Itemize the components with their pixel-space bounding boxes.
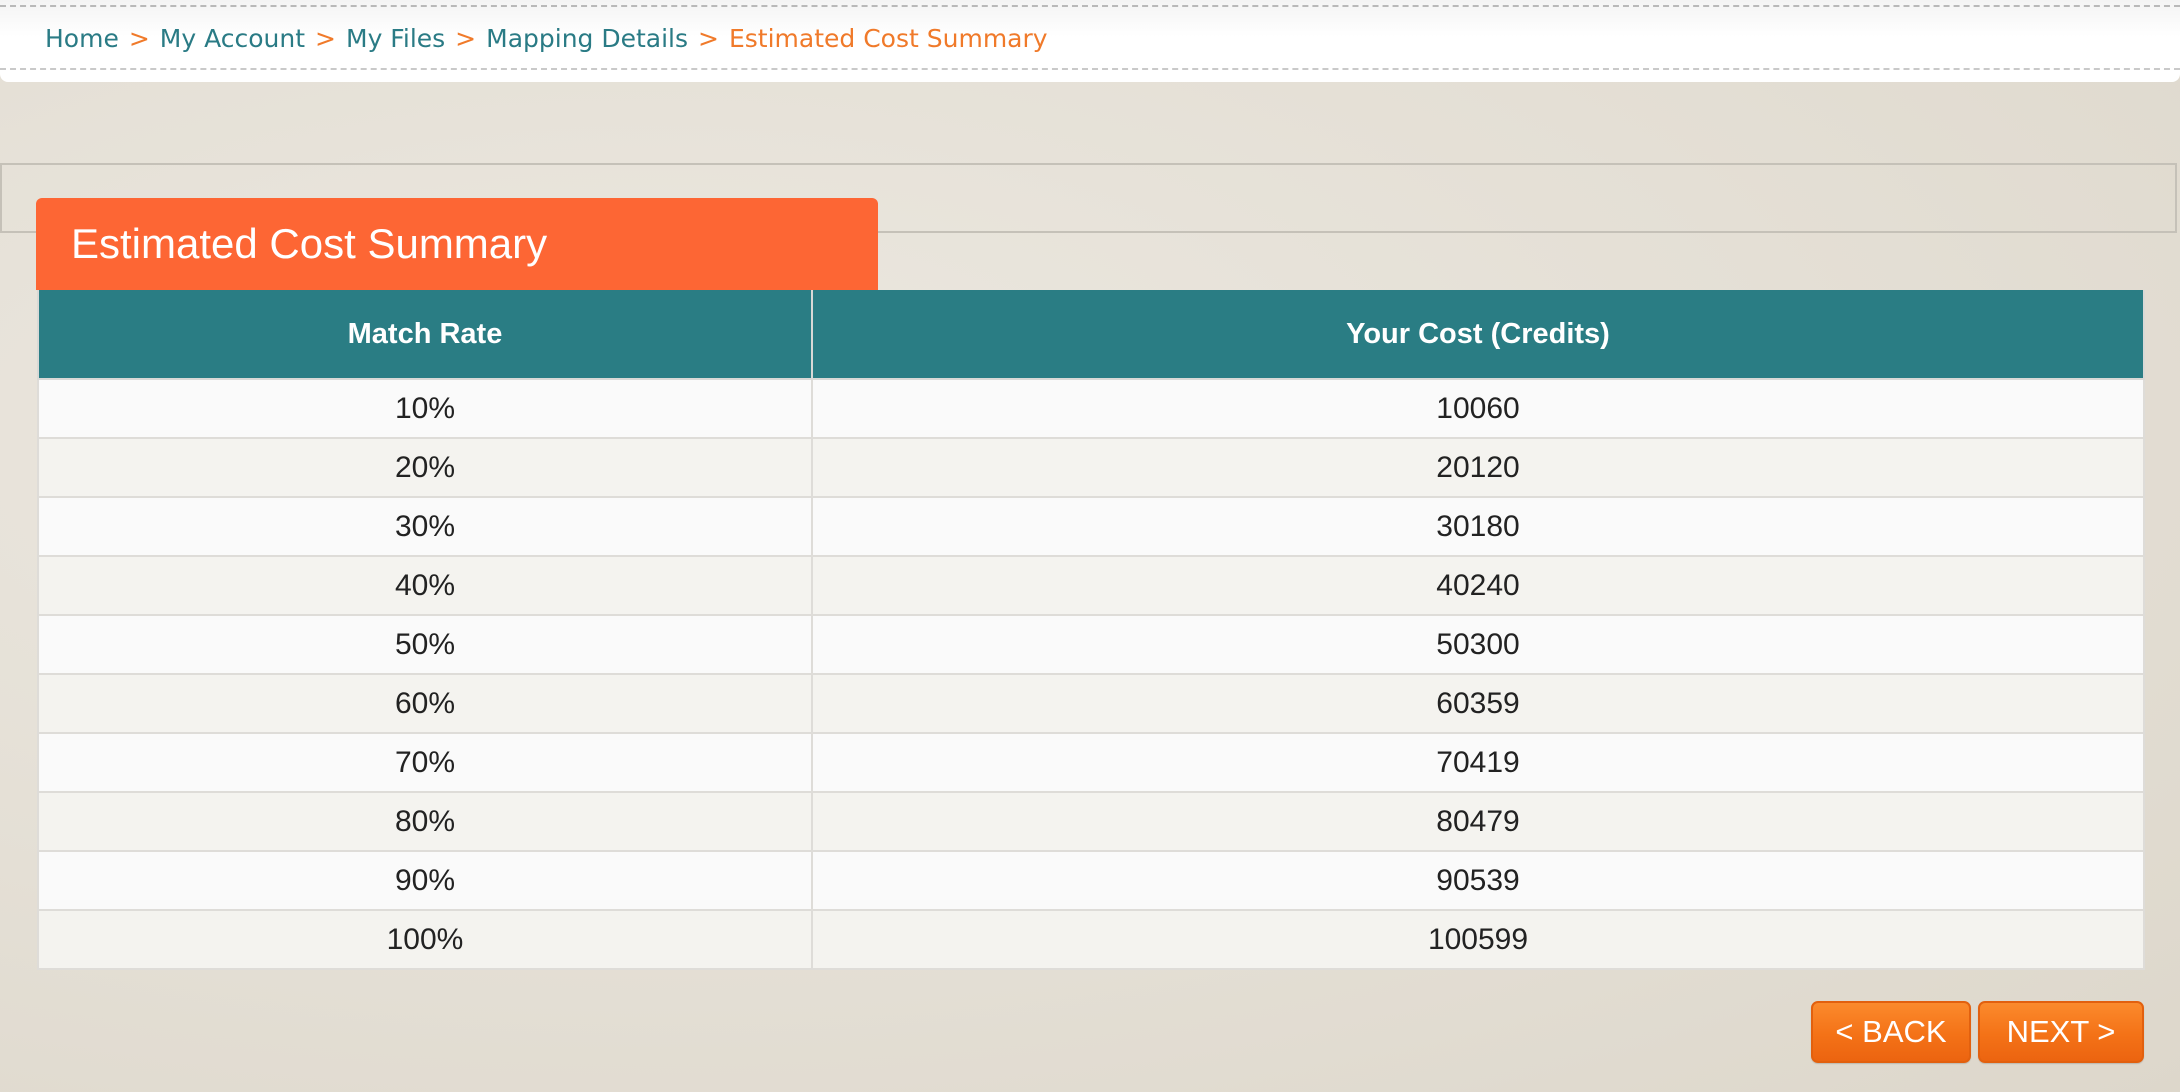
table-row: 60% 60359 — [37, 673, 2145, 734]
cost-cell: 10060 — [811, 378, 2145, 439]
cost-cell: 70419 — [811, 732, 2145, 793]
match-rate-cell: 40% — [37, 555, 813, 616]
column-header-match-rate: Match Rate — [37, 290, 813, 380]
cost-cell: 80479 — [811, 791, 2145, 852]
breadcrumb: Home > My Account > My Files > Mapping Details… — [45, 24, 1048, 53]
table-row: 70% 70419 — [37, 732, 2145, 793]
match-rate-cell: 100% — [37, 909, 813, 970]
cost-cell: 100599 — [811, 909, 2145, 970]
breadcrumb-separator: > — [315, 24, 336, 53]
breadcrumb-my-account[interactable]: My Account — [160, 24, 305, 53]
table-row: 40% 40240 — [37, 555, 2145, 616]
match-rate-cell: 80% — [37, 791, 813, 852]
table-row: 30% 30180 — [37, 496, 2145, 557]
table-row: 90% 90539 — [37, 850, 2145, 911]
match-rate-cell: 10% — [37, 378, 813, 439]
match-rate-cell: 70% — [37, 732, 813, 793]
cost-cell: 30180 — [811, 496, 2145, 557]
table-row: 100% 100599 — [37, 909, 2145, 970]
table-row: 80% 80479 — [37, 791, 2145, 852]
breadcrumb-separator: > — [455, 24, 477, 53]
table-row: 10% 10060 — [37, 378, 2145, 439]
cost-summary-table: Match Rate Your Cost (Credits) 10% 10060… — [37, 290, 2145, 970]
panel-header: Estimated Cost Summary — [36, 198, 878, 290]
breadcrumb-mapping-details[interactable]: Mapping Details — [486, 24, 688, 53]
next-button[interactable]: NEXT > — [1978, 1001, 2144, 1063]
breadcrumb-bar: Home > My Account > My Files > Mapping Details… — [0, 0, 2180, 82]
match-rate-cell: 90% — [37, 850, 813, 911]
table-row: 20% 20120 — [37, 437, 2145, 498]
back-button[interactable]: < BACK — [1811, 1001, 1971, 1063]
breadcrumb-my-files[interactable]: My Files — [346, 24, 445, 53]
breadcrumb-home[interactable]: Home — [45, 24, 119, 53]
match-rate-cell: 30% — [37, 496, 813, 557]
cost-cell: 20120 — [811, 437, 2145, 498]
table-row: 50% 50300 — [37, 614, 2145, 675]
match-rate-cell: 20% — [37, 437, 813, 498]
cost-cell: 90539 — [811, 850, 2145, 911]
page-title: Estimated Cost Summary — [71, 220, 548, 267]
breadcrumb-separator: > — [128, 24, 150, 53]
cost-cell: 40240 — [811, 555, 2145, 616]
match-rate-cell: 50% — [37, 614, 813, 675]
breadcrumb-current: Estimated Cost Summary — [728, 24, 1048, 53]
cost-cell: 50300 — [811, 614, 2145, 675]
table-header-row: Match Rate Your Cost (Credits) — [37, 290, 2145, 380]
breadcrumb-separator: > — [698, 24, 719, 53]
column-header-cost: Your Cost (Credits) — [811, 290, 2145, 380]
cost-cell: 60359 — [811, 673, 2145, 734]
match-rate-cell: 60% — [37, 673, 813, 734]
